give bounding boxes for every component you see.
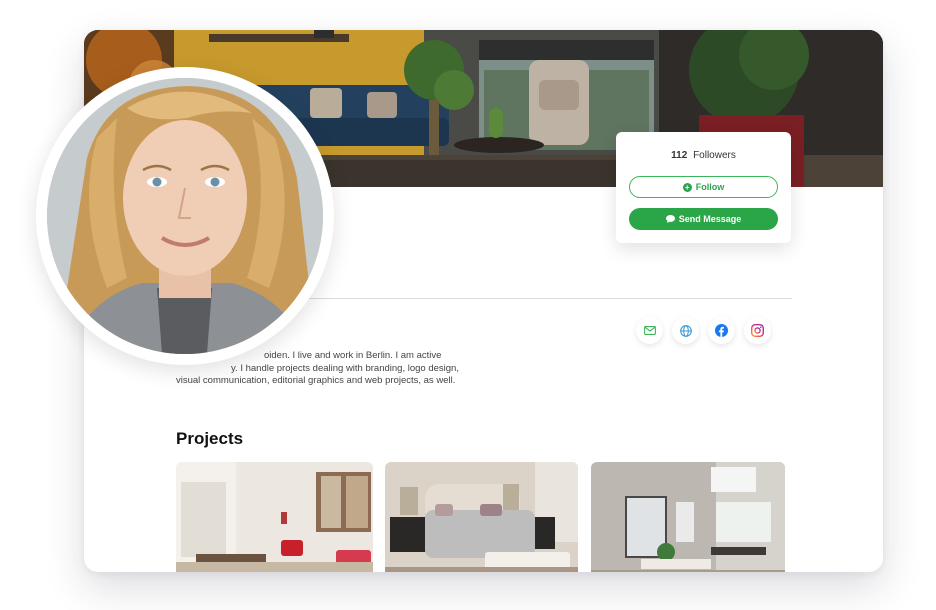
project-thumbnail [385,462,578,572]
send-message-button[interactable]: Send Message [629,208,778,230]
followers-stat: 112 Followers [616,150,791,161]
project-thumbnail [176,462,373,572]
facebook-icon [715,324,728,337]
project-card[interactable] [176,462,373,572]
globe-icon [679,324,692,337]
project-thumbnail [591,462,785,572]
profile-page: 112 Followers + Follow Send Message oide… [0,0,936,610]
profile-avatar[interactable] [36,67,334,365]
projects-heading: Projects [176,429,244,448]
project-card[interactable] [385,462,578,572]
facebook-link[interactable] [708,317,735,344]
follow-button[interactable]: + Follow [629,176,778,198]
instagram-icon [751,324,764,337]
followers-label: Followers [693,150,736,161]
plus-circle-icon: + [682,182,692,192]
mail-icon [643,326,656,335]
avatar-photo [47,78,323,354]
bio-line: visual communication, editorial graphics… [176,375,456,387]
social-links [636,317,771,344]
send-message-label: Send Message [678,214,742,224]
chat-bubble-icon [665,215,675,223]
instagram-link[interactable] [744,317,771,344]
website-link[interactable] [672,317,699,344]
followers-panel: 112 Followers + Follow Send Message [616,132,791,243]
bio-line: y. I handle projects dealing with brandi… [231,362,459,374]
project-card[interactable] [591,462,785,572]
email-link[interactable] [636,317,663,344]
followers-count: 112 [671,150,688,161]
follow-button-label: Follow [695,182,725,192]
